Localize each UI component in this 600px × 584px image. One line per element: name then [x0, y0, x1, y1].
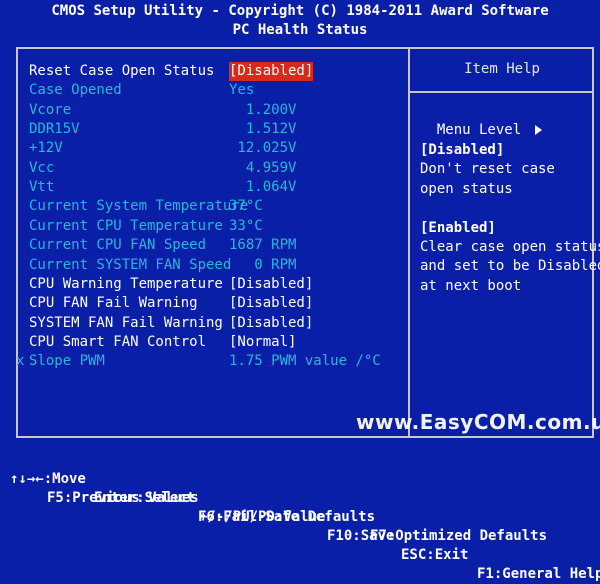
menu-level-label: Menu Level [436, 122, 522, 138]
watermark: www.EasyCOM.com.ua [356, 410, 600, 434]
setting-label: CPU Smart FAN Control [29, 334, 207, 350]
setting-label: SYSTEM FAN Fail Warning [29, 315, 223, 331]
setting-label: Slope PWM [29, 353, 105, 369]
setting-value: 1.75 PWM value /°C [229, 353, 381, 369]
setting-label: Current CPU FAN Speed [29, 237, 207, 253]
setting-label: Vtt [29, 179, 55, 195]
setting-row[interactable]: CPU Smart FAN Control [Normal] [20, 333, 406, 352]
help-line: Don't reset case [420, 161, 555, 177]
setting-row: DDR15V 1.512V [20, 120, 406, 139]
help-line: at next boot [420, 278, 522, 294]
setting-row: Current SYSTEM FAN Speed 0 RPM [20, 256, 406, 275]
footer-key-general-help: F1:General Help [477, 566, 600, 582]
help-line: open status [420, 181, 513, 197]
setting-value[interactable]: [Normal] [229, 333, 296, 352]
setting-value: 33°C [229, 218, 263, 234]
setting-label: Current CPU Temperature [29, 218, 223, 234]
setting-label: Reset Case Open Status [29, 63, 215, 79]
setting-row: +12V 12.025V [20, 139, 406, 158]
footer-key-previous-values: F5:Previous Values [47, 490, 199, 506]
setting-row[interactable]: SYSTEM FAN Fail Warning [Disabled] [20, 314, 406, 333]
setting-label: Vcore [29, 102, 72, 118]
setting-row[interactable]: CPU Warning Temperature [Disabled] [20, 275, 406, 294]
setting-value: 1.200V [229, 102, 297, 118]
arrow-right-icon [535, 125, 543, 135]
setting-value: 1.512V [229, 121, 297, 137]
setting-value: 12.025V [229, 140, 297, 156]
help-divider [410, 91, 594, 93]
setting-value: 1.064V [229, 179, 297, 195]
setting-value[interactable]: [Disabled] [229, 294, 313, 313]
setting-label: CPU Warning Temperature [29, 276, 223, 292]
footer-key-optimized-defaults: F7:Optimized Defaults [370, 528, 548, 544]
setting-value: 4.959V [229, 160, 297, 176]
setting-row[interactable]: CPU FAN Fail Warning [Disabled] [20, 294, 406, 313]
setting-label: Current System Temperature [29, 198, 249, 214]
setting-label: CPU FAN Fail Warning [29, 295, 198, 311]
setting-label: Case Opened [29, 82, 122, 98]
setting-label: DDR15V [29, 121, 80, 137]
help-line: Clear case open status [420, 239, 600, 255]
setting-value: 1687 RPM [229, 237, 297, 253]
app-title: CMOS Setup Utility - Copyright (C) 1984-… [51, 3, 549, 19]
page-title: PC Health Status [232, 22, 368, 38]
footer-key-fail-safe-defaults: F6:Fail-Safe Defaults [198, 509, 376, 525]
setting-row: Vcc 4.959V [20, 159, 406, 178]
help-line: [Disabled] [420, 142, 505, 158]
setting-row: Current CPU FAN Speed 1687 RPM [20, 236, 406, 255]
submenu-marker: x [16, 353, 25, 369]
setting-row: Current System Temperature 37°C [20, 197, 406, 216]
footer-key-exit: ESC:Exit [401, 547, 469, 563]
setting-row[interactable]: Reset Case Open Status [Disabled] [20, 62, 406, 81]
setting-row: Vtt 1.064V [20, 178, 406, 197]
item-help-title: Item Help [464, 61, 540, 77]
setting-label: Vcc [29, 160, 55, 176]
setting-value: 37°C [229, 198, 263, 214]
setting-row: Vcore 1.200V [20, 101, 406, 120]
footer-line-2: F5:Previous Values F6:Fail-Safe Defaults… [0, 470, 600, 546]
setting-row: Case Opened Yes [20, 81, 406, 100]
setting-value[interactable]: [Disabled] [229, 62, 314, 81]
vertical-divider [408, 47, 410, 438]
setting-label: +12V [29, 140, 63, 156]
setting-value: Yes [229, 82, 255, 98]
setting-value[interactable]: [Disabled] [229, 275, 313, 294]
setting-value[interactable]: [Disabled] [229, 314, 313, 333]
header: CMOS Setup Utility - Copyright (C) 1984-… [0, 0, 600, 44]
help-line: and set to be Disabled [420, 258, 600, 274]
setting-label: Current SYSTEM FAN Speed [29, 257, 232, 273]
setting-row: Current CPU Temperature 33°C [20, 217, 406, 236]
setting-row: x Slope PWM 1.75 PWM value /°C [16, 352, 406, 371]
help-line: [Enabled] [420, 220, 496, 236]
menu-level: Menu Level [420, 102, 543, 140]
setting-value: 0 RPM [229, 257, 297, 273]
